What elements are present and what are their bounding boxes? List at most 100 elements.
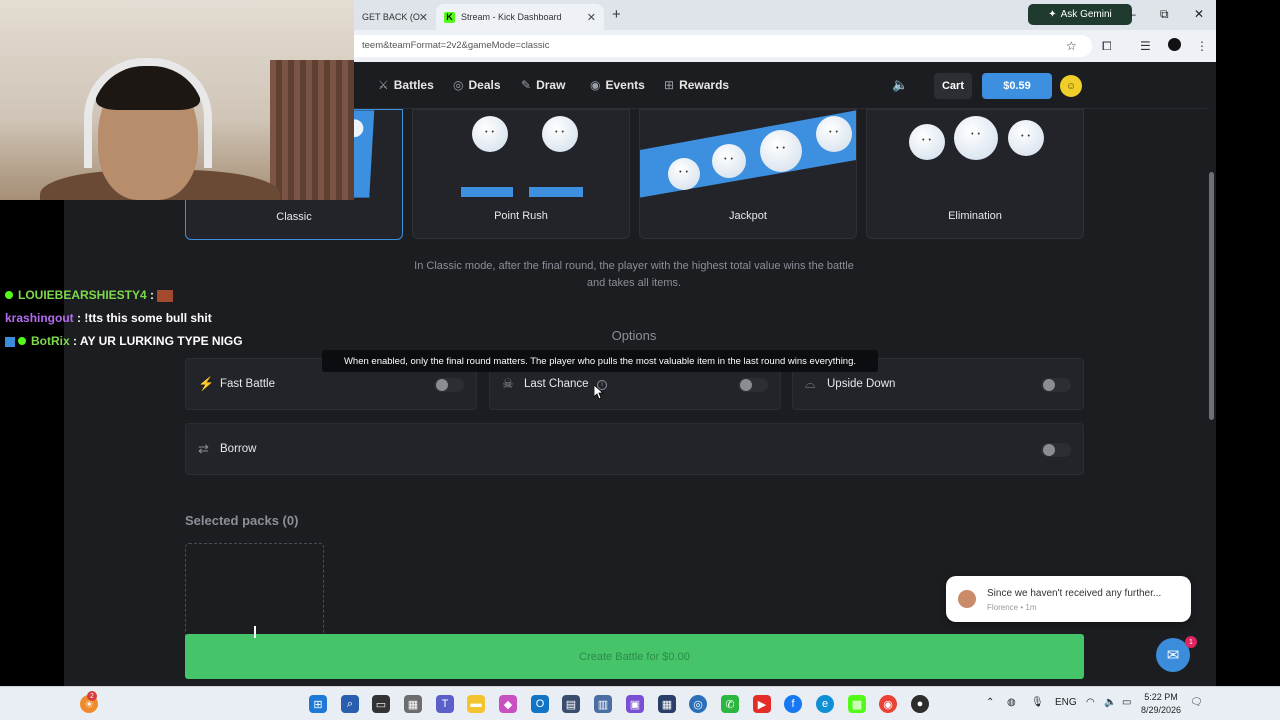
scrollbar[interactable] [1207,62,1216,686]
clock-date: 8/29/2026 [1140,705,1182,715]
media-icon[interactable]: ☰ [1140,39,1151,53]
fast-battle-toggle[interactable] [434,378,464,392]
ask-gemini-label: Ask Gemini [1060,9,1112,20]
option-label: Fast Battle [220,378,275,390]
mode-card-jackpot[interactable]: Jackpot [639,109,857,239]
options-title: Options [611,328,657,343]
copilot-icon[interactable]: ◆ [499,695,517,713]
tab-title: Stream - Kick Dashboard [461,12,562,22]
headset [84,58,212,168]
youtube-icon[interactable]: ▶ [753,695,771,713]
cart-button[interactable]: Cart [934,73,972,99]
mode-description-line: and takes all items. [586,277,682,289]
search-icon[interactable]: ⌕ [341,695,359,713]
sparkle-icon: ✦ [1048,9,1057,20]
nav-battles[interactable]: ⚔ Battles [378,78,434,92]
support-notification[interactable]: Since we haven't received any further...… [946,576,1191,622]
bot-badge-icon [5,336,15,347]
volume-icon[interactable]: 🔈 [1104,697,1116,708]
language-indicator[interactable]: ENG [1055,697,1077,708]
nav-draw[interactable]: ✎ Draw [521,78,565,92]
option-borrow[interactable]: ⇄ Borrow [185,423,1084,475]
facebook-icon[interactable]: f [784,695,802,713]
deals-icon: ◎ [453,78,464,92]
file-explorer-icon[interactable]: ▬ [467,695,485,713]
verified-badge-icon [18,337,26,345]
outlook-icon[interactable]: O [531,695,549,713]
nav-rewards[interactable]: ⊞ Rewards [664,78,729,92]
option-label: Borrow [220,443,257,455]
tray-app-icon[interactable]: ◍ [1007,697,1016,708]
app-icon[interactable]: ▥ [594,695,612,713]
nav-label: Battles [393,78,434,92]
restore-button[interactable]: ⧉ [1160,7,1169,22]
kebab-menu-icon[interactable]: ⋮ [1196,39,1208,53]
upside-down-icon: ⌓ [805,376,816,391]
chat-message: krashingout : !tts this some bull shit [5,311,212,325]
app-icon[interactable]: ▣ [626,695,644,713]
last-chance-toggle[interactable] [738,378,768,392]
notification-center-icon[interactable]: 🗨 [1190,697,1203,708]
star-icon[interactable]: ☆ [1066,39,1077,53]
browser-tab-active[interactable]: K Stream - Kick Dashboard ✕ [436,4,604,30]
obs-icon[interactable]: ● [911,695,929,713]
close-tab-icon[interactable]: ✕ [587,11,596,24]
microphone-icon[interactable]: 🎙 [1031,697,1044,708]
teams-icon[interactable]: T [436,695,454,713]
chat-text: !tts this some bull shit [84,311,212,325]
selected-packs-title: Selected packs (0) [185,513,299,528]
nav-events[interactable]: ◉ Events [590,78,645,92]
profile-avatar[interactable] [1168,38,1181,51]
sound-icon[interactable]: 🔈 [892,77,908,93]
elimination-art [867,110,1083,198]
kick-icon[interactable]: ▩ [848,695,866,713]
mode-description-line: In Classic mode, after the final round, … [414,260,854,272]
mode-description: In Classic mode, after the final round, … [354,258,914,292]
chevron-up-icon[interactable]: ⌃ [986,697,994,708]
chrome-icon[interactable]: ◉ [879,695,897,713]
address-bar: teem&teamFormat=2v2&gameMode=classic ☆ ⧠… [354,30,1216,62]
chat-unread-badge: 1 [1185,636,1197,648]
edge-icon[interactable]: e [816,695,834,713]
create-battle-button[interactable]: Create Battle for $0.00 [185,634,1084,679]
calculator-icon[interactable]: ▤ [562,695,580,713]
mode-card-point-rush[interactable]: Point Rush [412,109,630,239]
battery-icon[interactable]: ▭ [1122,697,1131,708]
browser-tab[interactable]: GET BACK (O ✕ [354,4,436,30]
whatsapp-icon[interactable]: ✆ [721,695,739,713]
nav-label: Deals [468,78,501,92]
extensions-icon[interactable]: ⧠ [1102,39,1112,54]
close-tab-icon[interactable]: ✕ [419,11,428,24]
windows-start-icon[interactable]: ⊞ [309,695,327,713]
app-icon[interactable]: ▦ [658,695,676,713]
crossed-swords-icon: ⚔ [378,78,389,92]
url-field[interactable]: teem&teamFormat=2v2&gameMode=classic [354,35,1092,57]
app-icon[interactable]: ◎ [689,695,707,713]
nav-deals[interactable]: ◎ Deals [453,78,501,92]
widgets-icon[interactable]: ▦ [404,695,422,713]
minimize-button[interactable]: – [1129,7,1136,21]
events-icon: ◉ [590,78,601,92]
new-tab-button[interactable]: + [612,6,621,23]
last-chance-tooltip: When enabled, only the final round matte… [322,350,878,372]
notification-sender: Florence • 1m [987,603,1037,612]
borrow-toggle[interactable] [1041,443,1071,457]
tab-title: GET BACK (O [362,12,420,22]
top-nav: ⚔ Battles ◎ Deals ✎ Draw ◉ Events ⊞ Rewa… [354,62,1216,109]
upside-down-toggle[interactable] [1041,378,1071,392]
clock[interactable]: 5:22 PM 8/29/2026 [1140,691,1182,717]
user-avatar[interactable]: ☺ [1060,75,1082,97]
close-window-button[interactable]: ✕ [1194,7,1204,21]
mouse-cursor-icon [594,385,604,399]
clock-time: 5:22 PM [1144,692,1178,702]
balance-button[interactable]: $0.59 [982,73,1052,99]
mode-label: Classic [276,211,312,223]
chat-username: BotRix [31,334,70,348]
chat-username: LOUIEBEARSHIESTY4 [18,288,147,302]
scroll-thumb[interactable] [1209,172,1214,420]
task-view-icon[interactable]: ▭ [372,695,390,713]
emote-icon [157,289,174,302]
wifi-icon[interactable]: ◠ [1086,697,1095,708]
mode-card-elimination[interactable]: Elimination [866,109,1084,239]
ask-gemini-button[interactable]: ✦ Ask Gemini [1028,4,1132,25]
